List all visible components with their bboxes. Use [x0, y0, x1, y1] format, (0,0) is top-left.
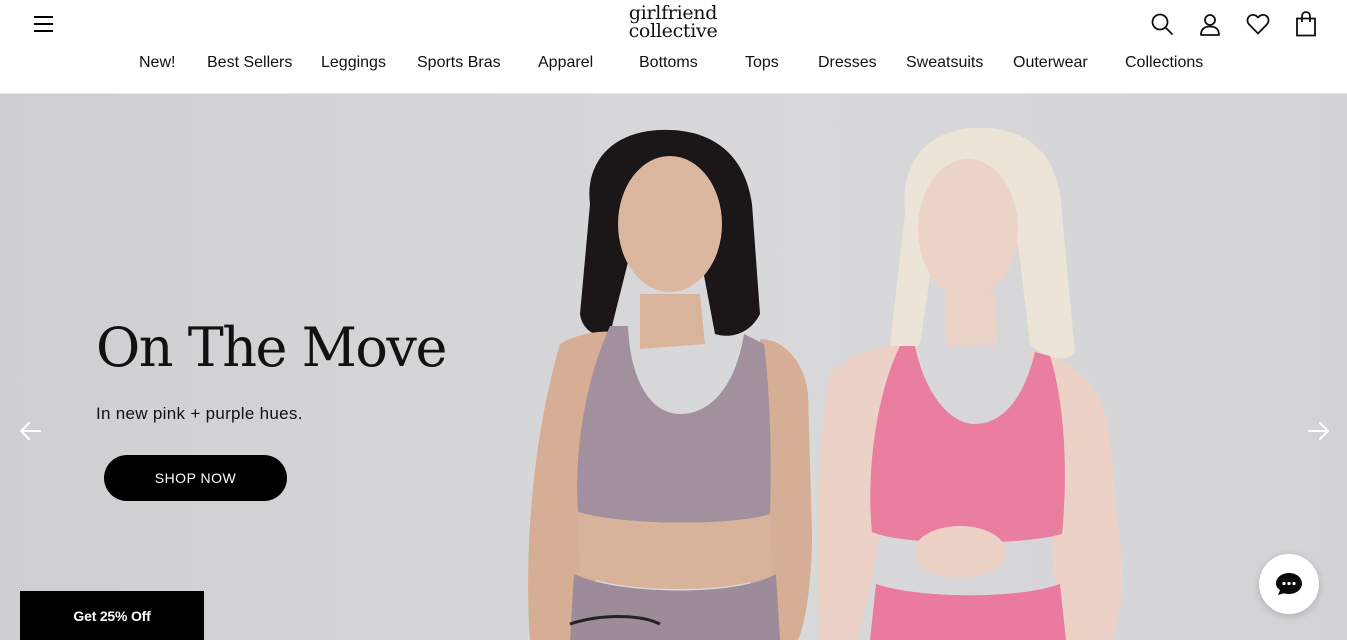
- nav-item-sports-bras[interactable]: Sports Bras: [417, 54, 501, 72]
- nav-item-dresses[interactable]: Dresses: [818, 54, 877, 72]
- discount-promo-button[interactable]: Get 25% Off: [20, 591, 204, 640]
- brand-logo[interactable]: girlfriend collective: [612, 4, 734, 42]
- nav-item-best-sellers[interactable]: Best Sellers: [207, 54, 292, 72]
- logo-line-2: collective: [628, 20, 718, 42]
- chat-button[interactable]: [1259, 554, 1319, 614]
- nav-item-apparel[interactable]: Apparel: [538, 54, 593, 72]
- hero-heading: On The Move: [96, 316, 447, 379]
- arrow-left-icon[interactable]: [19, 420, 43, 442]
- nav-item-sweatsuits[interactable]: Sweatsuits: [906, 54, 983, 72]
- nav-item-tops[interactable]: Tops: [745, 54, 779, 72]
- account-icon[interactable]: [1197, 11, 1223, 37]
- nav-item-outerwear[interactable]: Outerwear: [1013, 54, 1088, 72]
- bag-icon[interactable]: [1293, 11, 1319, 37]
- nav-item-leggings[interactable]: Leggings: [321, 54, 386, 72]
- nav-item-collections[interactable]: Collections: [1125, 54, 1203, 72]
- arrow-right-icon[interactable]: [1306, 420, 1330, 442]
- hero-banner: On The Move In new pink + purple hues. S…: [0, 94, 1347, 640]
- chat-bubble-icon: [1276, 573, 1302, 595]
- search-icon[interactable]: [1149, 11, 1175, 37]
- heart-icon[interactable]: [1245, 11, 1271, 37]
- hero-subheading: In new pink + purple hues.: [96, 404, 303, 423]
- main-navigation: New! Best Sellers Leggings Sports Bras A…: [0, 54, 1347, 78]
- menu-icon[interactable]: [34, 15, 54, 33]
- header-actions: [1149, 10, 1319, 38]
- nav-item-bottoms[interactable]: Bottoms: [639, 54, 698, 72]
- shop-now-button[interactable]: SHOP NOW: [104, 455, 287, 501]
- nav-item-new[interactable]: New!: [139, 54, 175, 72]
- promo-label: Get 25% Off: [73, 607, 151, 624]
- site-header: girlfriend collective New! Best Sellers …: [0, 0, 1347, 94]
